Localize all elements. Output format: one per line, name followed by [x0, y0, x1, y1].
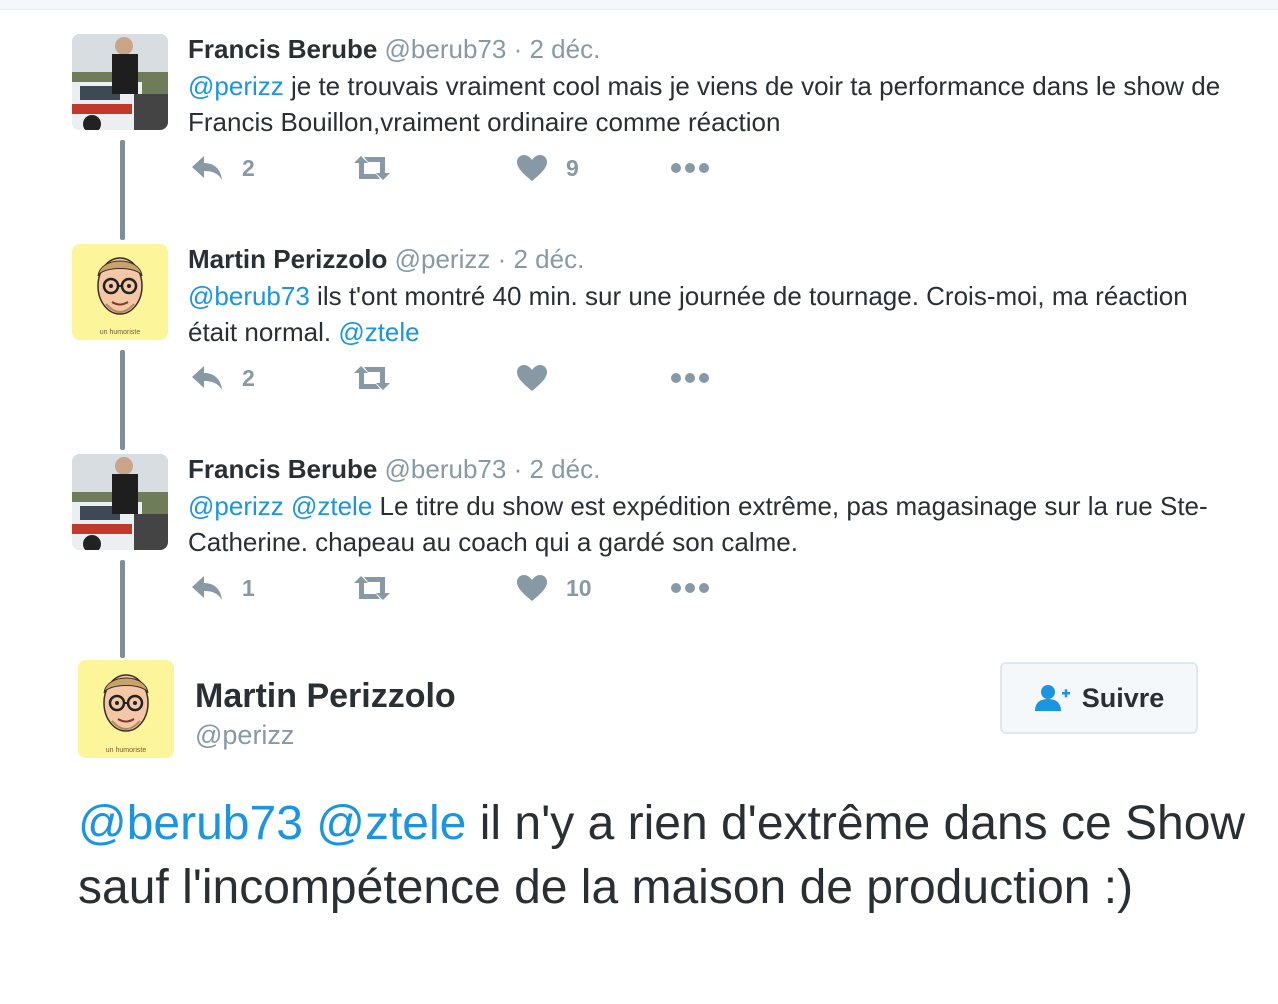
separator-dot: ·: [497, 244, 507, 274]
retweet-button[interactable]: [352, 568, 392, 608]
tweet-date[interactable]: 2 déc.: [529, 454, 600, 484]
reply-count: 2: [242, 154, 255, 181]
car-photo-avatar: [72, 34, 168, 130]
reply-button[interactable]: 2: [190, 358, 255, 398]
author-handle[interactable]: @berub73: [385, 454, 507, 484]
more-dots-icon: [671, 373, 709, 383]
retweet-icon: [354, 576, 390, 600]
mention-link[interactable]: @berub73: [188, 281, 310, 311]
thread-line: [120, 560, 125, 658]
tweet-text: @berub73 @ztele il n'y a rien d'extrême …: [78, 792, 1258, 920]
retweet-button[interactable]: [352, 358, 392, 398]
tweet-date[interactable]: 2 déc.: [529, 34, 600, 64]
thread-line: [120, 140, 125, 240]
follow-button[interactable]: Suivre: [1000, 662, 1198, 734]
reply-count: 2: [242, 364, 255, 391]
tweet-text: @perizz je te trouvais vraiment cool mai…: [188, 68, 1228, 140]
author-name[interactable]: Francis Berube: [188, 454, 377, 484]
mention-link[interactable]: @berub73: [78, 797, 303, 850]
mention-link[interactable]: @ztele: [316, 797, 466, 850]
tweet-actions: 1 10: [190, 568, 890, 608]
top-bar: [0, 0, 1278, 10]
cartoon-face-avatar: [72, 244, 168, 340]
more-button[interactable]: [670, 358, 710, 398]
mention-link[interactable]: @ztele: [291, 491, 372, 521]
reply-count: 1: [242, 574, 255, 601]
cartoon-face-avatar: [78, 660, 174, 758]
reply-button[interactable]: 1: [190, 568, 255, 608]
more-button[interactable]: [670, 568, 710, 608]
avatar-caption: un humoriste: [99, 329, 141, 336]
like-count: 10: [566, 574, 592, 601]
avatar[interactable]: [72, 454, 168, 550]
mention-link[interactable]: @ztele: [338, 317, 419, 347]
more-button[interactable]: [670, 148, 710, 188]
add-user-icon: [1034, 685, 1070, 711]
like-button[interactable]: 9: [516, 148, 579, 188]
mention-link[interactable]: @perizz: [188, 491, 284, 521]
heart-icon: [517, 365, 547, 391]
avatar[interactable]: un humoriste: [78, 660, 174, 758]
author-handle[interactable]: @perizz: [195, 718, 294, 752]
author-name[interactable]: Francis Berube: [188, 34, 377, 64]
like-button[interactable]: 10: [516, 568, 592, 608]
tweet-text: @perizz @ztele Le titre du show est expé…: [188, 488, 1228, 560]
tweet-actions: 2: [190, 358, 890, 398]
car-photo-avatar: [72, 454, 168, 550]
reply-icon: [192, 156, 222, 180]
avatar-caption: un humoriste: [105, 747, 147, 754]
avatar[interactable]: un humoriste: [72, 244, 168, 340]
like-count: 9: [566, 154, 579, 181]
tweet-date[interactable]: 2 déc.: [513, 244, 584, 274]
more-dots-icon: [671, 583, 709, 593]
follow-label: Suivre: [1081, 682, 1165, 713]
thread-line: [120, 350, 125, 450]
retweet-button[interactable]: [352, 148, 392, 188]
heart-icon: [517, 155, 547, 181]
like-button[interactable]: [516, 358, 566, 398]
tweet-text: @berub73 ils t'ont montré 40 min. sur un…: [188, 278, 1228, 350]
separator-dot: ·: [513, 454, 523, 484]
tweet-body: je te trouvais vraiment cool mais je vie…: [188, 71, 1221, 137]
author-name[interactable]: Martin Perizzolo: [195, 676, 456, 716]
more-dots-icon: [671, 163, 709, 173]
reply-icon: [192, 366, 222, 390]
author-handle[interactable]: @berub73: [385, 34, 507, 64]
reply-button[interactable]: 2: [190, 148, 255, 188]
author-name[interactable]: Martin Perizzolo: [188, 244, 387, 274]
retweet-icon: [354, 156, 390, 180]
tweet-actions: 2 9: [190, 148, 890, 188]
mention-link[interactable]: @perizz: [188, 71, 284, 101]
author-handle[interactable]: @perizz: [395, 244, 491, 274]
avatar[interactable]: [72, 34, 168, 130]
reply-icon: [192, 576, 222, 600]
heart-icon: [517, 575, 547, 601]
retweet-icon: [354, 366, 390, 390]
separator-dot: ·: [513, 34, 523, 64]
